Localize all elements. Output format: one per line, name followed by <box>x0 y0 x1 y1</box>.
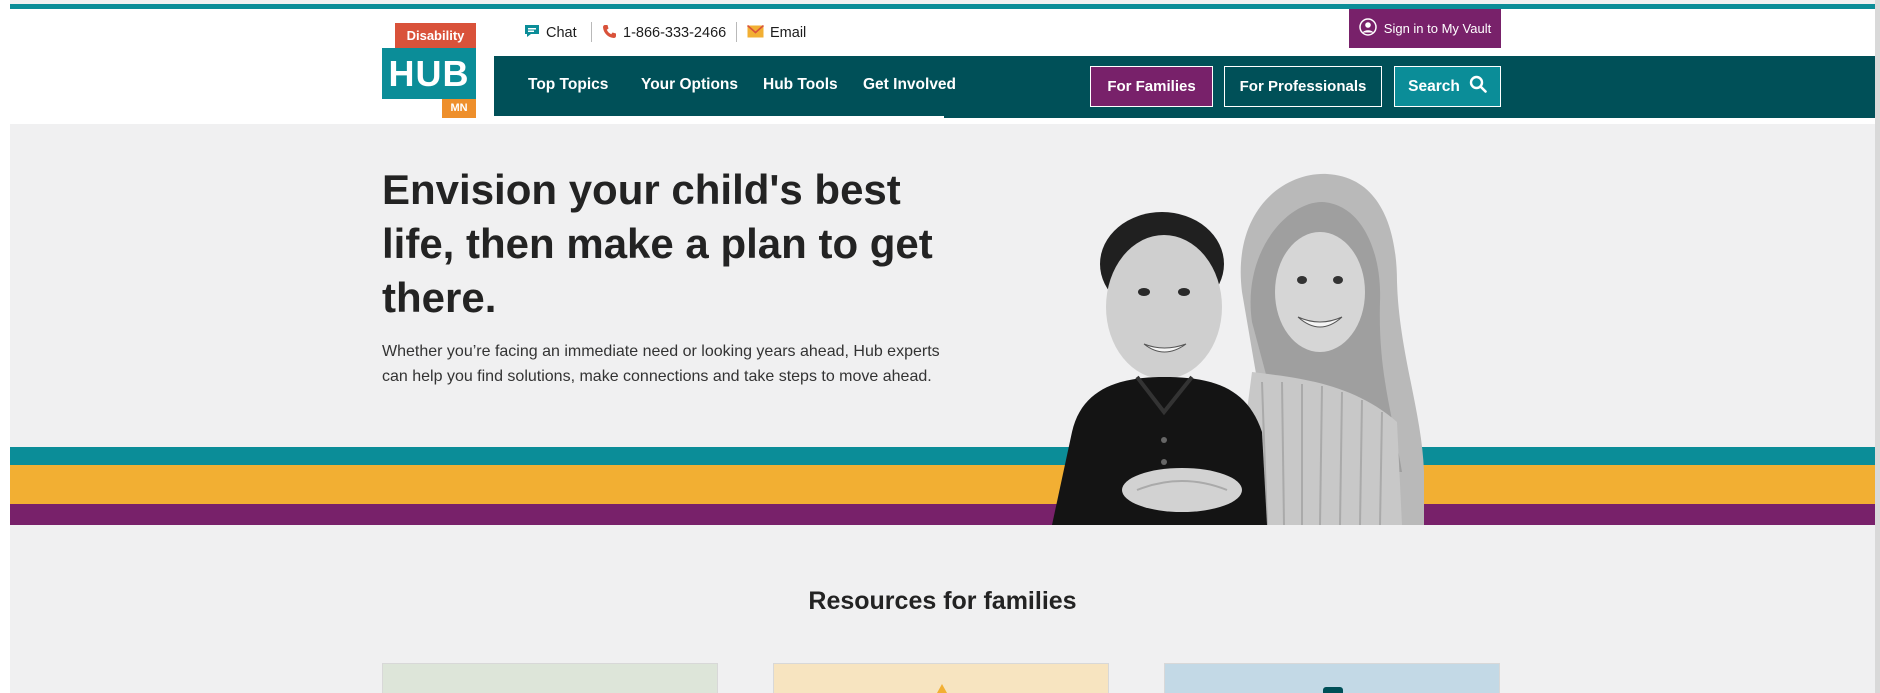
scrollbar[interactable] <box>1875 0 1880 693</box>
chat-label: Chat <box>546 25 577 41</box>
nav-hub-tools[interactable]: Hub Tools <box>763 76 838 94</box>
logo-hub-text: HUB <box>382 48 476 99</box>
nav-underline <box>494 116 944 118</box>
phone-label: 1-866-333-2466 <box>623 25 727 41</box>
utility-divider <box>591 22 592 42</box>
decorative-stripe-purple <box>10 504 1875 525</box>
card-square-icon <box>1323 687 1343 693</box>
hero-photo <box>1052 173 1424 525</box>
search-label: Search <box>1408 77 1460 95</box>
phone-link[interactable]: 1-866-333-2466 <box>602 22 726 44</box>
sign-in-vault-button[interactable]: Sign in to My Vault <box>1349 9 1501 48</box>
hero-description: Whether you’re facing an immediate need … <box>382 343 940 385</box>
resource-card[interactable] <box>382 663 718 693</box>
resource-card[interactable] <box>1164 663 1500 693</box>
nav-your-options[interactable]: Your Options <box>641 76 738 94</box>
vault-label: Sign in to My Vault <box>1383 21 1492 36</box>
user-circle-icon <box>1359 18 1377 39</box>
site-logo[interactable]: Disability HUB MN <box>382 23 476 118</box>
resources-heading: Resources for families <box>808 587 1077 615</box>
email-label: Email <box>770 25 807 41</box>
email-link[interactable]: Email <box>746 22 807 44</box>
decorative-stripe-teal <box>10 447 1875 465</box>
logo-disability-text: Disability <box>395 23 476 48</box>
nav-top-topics[interactable]: Top Topics <box>528 76 608 94</box>
magnifier-icon <box>1469 75 1487 98</box>
page: Disability HUB MN Chat 1-866-333-2466 Em… <box>10 0 1875 693</box>
utility-divider <box>736 22 737 42</box>
envelope-icon <box>746 24 765 42</box>
for-professionals-button[interactable]: For Professionals <box>1224 66 1382 107</box>
card-triangle-icon <box>937 684 947 693</box>
nav-get-involved[interactable]: Get Involved <box>863 76 956 94</box>
logo-mn-text: MN <box>442 99 476 118</box>
hero-title: Envision your child's best life, then ma… <box>382 166 933 321</box>
resource-card[interactable] <box>773 663 1109 693</box>
chat-bubble-icon <box>524 24 540 42</box>
for-families-button[interactable]: For Families <box>1090 66 1213 107</box>
phone-icon <box>602 24 617 43</box>
search-button[interactable]: Search <box>1394 66 1501 107</box>
chat-link[interactable]: Chat <box>524 22 577 44</box>
decorative-stripe-gold <box>10 465 1875 504</box>
